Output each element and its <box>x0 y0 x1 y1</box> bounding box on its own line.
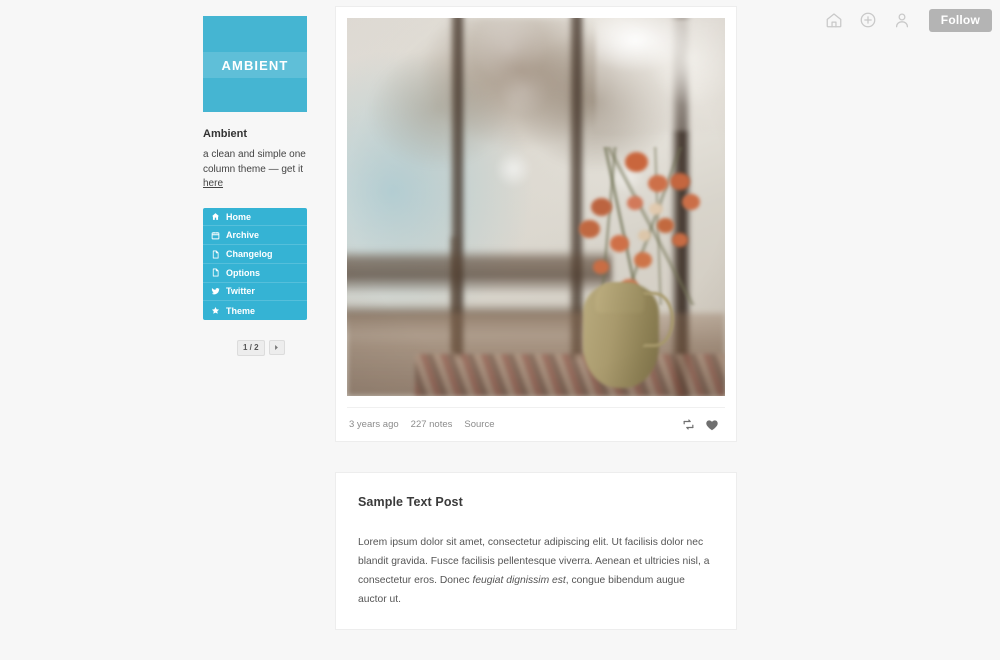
text-body-italic: feugiat dignissim est <box>472 575 566 587</box>
reblog-icon[interactable] <box>682 418 695 431</box>
sidebar-item-label: Home <box>226 211 252 222</box>
post-actions <box>682 418 723 432</box>
file-icon <box>211 250 220 259</box>
sidebar-nav: Home Archive Changelog Options Twitter T… <box>203 207 307 320</box>
text-post-title: Sample Text Post <box>358 495 463 509</box>
sidebar-item-options[interactable]: Options <box>203 264 307 283</box>
post-timestamp: 3 years ago <box>349 419 399 430</box>
sidebar-item-label: Changelog <box>226 249 273 260</box>
sidebar-item-theme[interactable]: Theme <box>203 301 307 320</box>
post-feed: 3 years ago 227 notes Source Sample Text… <box>335 6 737 660</box>
blog-title: Ambient <box>203 128 247 140</box>
pagination-current: 1 / 2 <box>237 339 265 356</box>
post-source-link[interactable]: Source <box>464 419 494 430</box>
photo-vignette <box>347 18 725 396</box>
top-controls: Follow <box>823 0 1000 34</box>
sidebar: AMBIENT Ambient a clean and simple one c… <box>203 16 307 356</box>
heart-icon[interactable] <box>705 418 719 432</box>
pagination-next-button[interactable] <box>268 340 285 356</box>
sidebar-item-twitter[interactable]: Twitter <box>203 283 307 302</box>
follow-button[interactable]: Follow <box>928 8 992 32</box>
home-icon[interactable] <box>823 9 845 31</box>
sidebar-item-label: Theme <box>226 305 256 316</box>
sidebar-item-archive[interactable]: Archive <box>203 226 307 246</box>
post-photo[interactable] <box>347 18 725 396</box>
sidebar-item-label: Archive <box>226 230 260 241</box>
twitter-icon <box>211 287 220 296</box>
sidebar-item-label: Options <box>226 267 260 278</box>
blog-description: a clean and simple one column theme — ge… <box>203 148 307 192</box>
theme-link[interactable]: here <box>203 178 223 189</box>
file-icon <box>211 268 220 277</box>
text-post: Sample Text Post Lorem ipsum dolor sit a… <box>335 472 737 631</box>
sidebar-item-home[interactable]: Home <box>203 208 307 227</box>
account-icon[interactable] <box>891 9 913 31</box>
sidebar-item-label: Twitter <box>226 286 255 297</box>
text-post-body: Lorem ipsum dolor sit amet, consectetur … <box>358 533 714 609</box>
star-icon <box>211 306 220 315</box>
post-meta: 3 years ago 227 notes Source <box>347 407 725 441</box>
home-icon <box>211 212 220 221</box>
calendar-icon <box>211 231 220 240</box>
blog-description-text: a clean and simple one column theme — ge… <box>203 149 306 175</box>
avatar[interactable]: AMBIENT <box>203 16 307 112</box>
avatar-band: AMBIENT <box>203 52 307 78</box>
plus-circle-icon[interactable] <box>857 9 879 31</box>
photo-post: 3 years ago 227 notes Source <box>335 6 737 442</box>
avatar-label: AMBIENT <box>221 57 289 73</box>
post-meta-links: 3 years ago 227 notes Source <box>349 419 495 430</box>
sidebar-item-changelog[interactable]: Changelog <box>203 245 307 264</box>
post-notes-link[interactable]: 227 notes <box>411 419 453 430</box>
page-root: Follow AMBIENT Ambient a clean and simpl… <box>0 0 1000 631</box>
pagination: 1 / 2 <box>203 339 307 356</box>
